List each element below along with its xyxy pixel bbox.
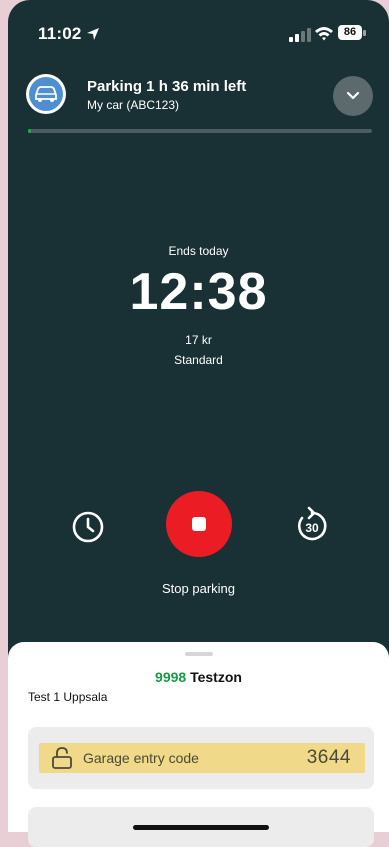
battery-icon: 86: [338, 25, 366, 42]
chevron-down-icon: [346, 91, 360, 100]
zone-city: Test 1 Uppsala: [28, 690, 108, 704]
parking-title: Parking 1 h 36 min left: [87, 78, 247, 95]
garage-code-label: Garage entry code: [83, 750, 199, 766]
home-indicator: [133, 825, 269, 830]
garage-code-row[interactable]: Garage entry code 3644: [39, 743, 365, 773]
ends-label: Ends today: [168, 244, 229, 258]
car-avatar: [26, 74, 66, 114]
expand-button[interactable]: [333, 76, 373, 116]
vehicle-label: My car (ABC123): [87, 98, 180, 112]
battery-tip: [363, 30, 366, 36]
zone-title: 9998 Testzon: [8, 669, 389, 685]
change-end-time-button[interactable]: [70, 509, 106, 545]
car-avatar-circle: [29, 77, 63, 111]
garage-code-card: Garage entry code 3644: [28, 727, 374, 789]
stop-icon: [192, 517, 206, 531]
tariff-label: Standard: [174, 353, 223, 367]
rotate-30-text: 30: [305, 521, 319, 535]
car-icon: [35, 86, 57, 102]
parking-price: 17 kr: [185, 333, 212, 347]
stop-parking-label: Stop parking: [162, 581, 235, 596]
time-progress-bar: [28, 129, 372, 133]
unlock-icon: [52, 747, 72, 769]
time-progress-fill: [28, 129, 32, 133]
zone-name: Testzon: [190, 669, 242, 685]
location-arrow-icon: [87, 28, 99, 40]
status-time: 11:02: [38, 24, 82, 43]
clock-icon: [72, 511, 104, 543]
battery-level: 86: [338, 25, 362, 40]
end-time: 12:38: [129, 263, 268, 321]
extend-30-button[interactable]: 30: [294, 506, 330, 544]
parking-header[interactable]: Parking 1 h 36 min left My car (ABC123): [26, 72, 374, 118]
zone-info-sheet[interactable]: 9998 Testzon Test 1 Uppsala Garage entry…: [8, 642, 389, 847]
status-bar: 11:02 86: [8, 0, 389, 60]
signal-icon: [289, 28, 311, 42]
stop-parking-button[interactable]: [166, 491, 232, 557]
sheet-drag-handle[interactable]: [185, 652, 213, 656]
zone-code: 9998: [155, 669, 187, 685]
wifi-icon: [315, 27, 333, 41]
garage-code-value: 3644: [306, 747, 351, 768]
rotate-30-icon: 30: [297, 506, 327, 541]
